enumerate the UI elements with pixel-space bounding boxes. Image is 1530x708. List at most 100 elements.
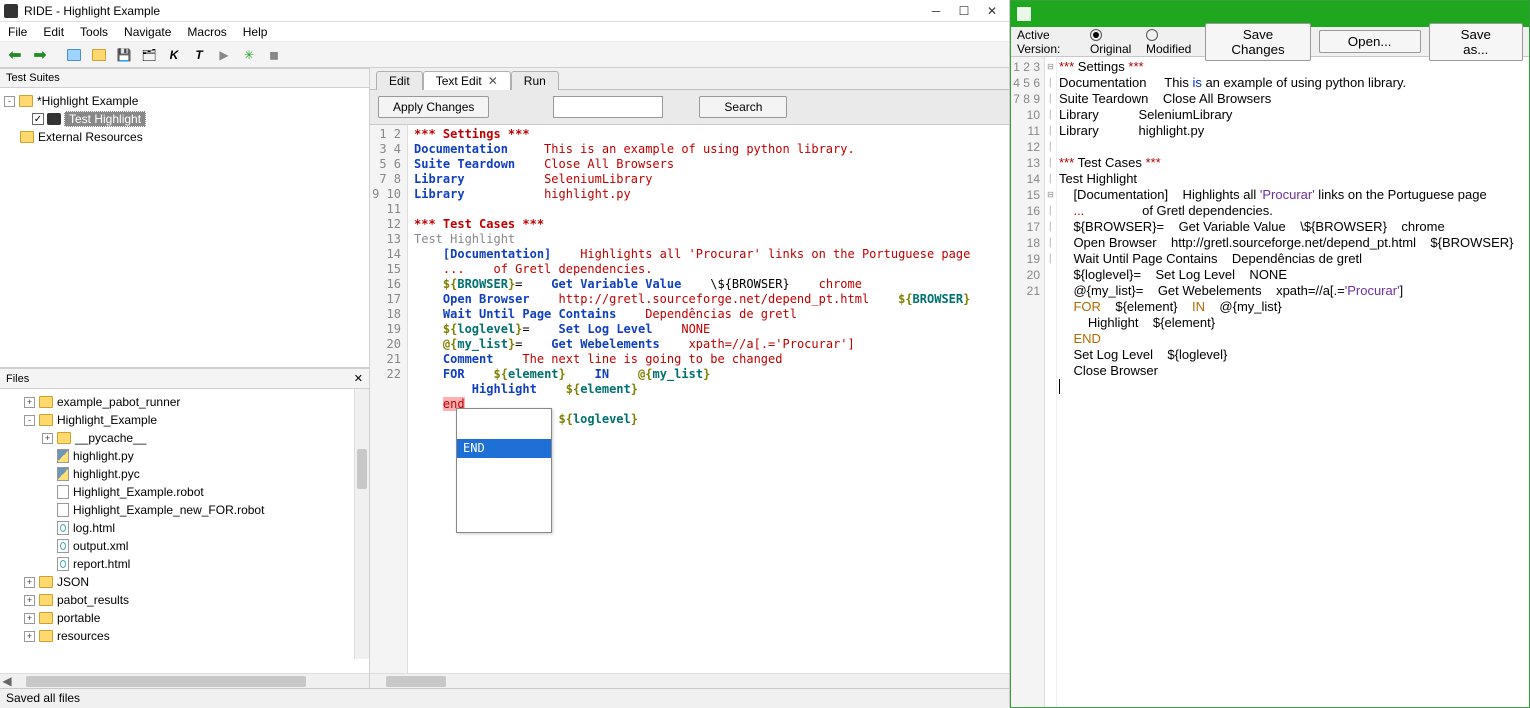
open-icon[interactable] (63, 44, 85, 66)
file-tree-row[interactable]: output.xml (6, 537, 363, 555)
file-name: highlight.py (73, 449, 134, 463)
diff-code-editor[interactable]: 1 2 3 4 5 6 7 8 9 10 11 12 13 14 15 16 1… (1011, 57, 1529, 707)
suites-panel-title: Test Suites (6, 72, 60, 84)
tree-expander[interactable]: + (24, 577, 35, 588)
radio-original[interactable]: Original (1090, 28, 1138, 56)
resources-folder-icon (20, 131, 34, 143)
search-button[interactable]: Search (699, 96, 787, 118)
open-button[interactable]: Open... (1319, 30, 1421, 53)
files-panel: Files ✕ +example_pabot_runner-Highlight_… (0, 368, 369, 688)
minimize-button[interactable]: ─ (929, 4, 943, 18)
file-tree-row[interactable]: log.html (6, 519, 363, 537)
save-changes-button[interactable]: Save Changes (1205, 23, 1311, 61)
file-name: highlight.pyc (73, 467, 140, 481)
file-tree-row[interactable]: + portable (6, 609, 363, 627)
file-tree-row[interactable]: +JSON (6, 573, 363, 591)
tree-expander[interactable]: + (24, 631, 35, 642)
code-content[interactable]: *** Settings *** Documentation This is a… (408, 125, 1009, 673)
save-icon[interactable]: 💾 (113, 44, 135, 66)
autocomplete-item[interactable]: END (457, 439, 551, 458)
robot-icon (47, 113, 61, 125)
files-panel-header: Files ✕ (0, 368, 369, 389)
close-tab-icon[interactable]: ✕ (488, 74, 498, 88)
python-file-icon (57, 449, 69, 463)
new-folder-icon[interactable] (88, 44, 110, 66)
files-panel-close-icon[interactable]: ✕ (354, 372, 363, 385)
external-resources[interactable]: External Resources (38, 130, 143, 144)
forward-icon[interactable]: ➡ (29, 44, 51, 66)
tab-run[interactable]: Run (511, 71, 559, 90)
file-tree-row[interactable]: Highlight_Example.robot (6, 483, 363, 501)
menu-edit[interactable]: Edit (43, 25, 64, 39)
run-icon[interactable]: ▶ (213, 44, 235, 66)
back-icon[interactable]: ⬅ (4, 44, 26, 66)
close-button[interactable]: ✕ (985, 4, 999, 18)
diff-app-icon (1017, 7, 1031, 21)
file-tree-row[interactable]: -Highlight_Example (6, 411, 363, 429)
files-tree[interactable]: +example_pabot_runner-Highlight_Example+… (0, 389, 369, 673)
diff-viewer-window: Active Version: Original Modified Save C… (1010, 0, 1530, 708)
maximize-button[interactable]: ☐ (957, 4, 971, 18)
file-tree-row[interactable]: highlight.py (6, 447, 363, 465)
tree-expander[interactable]: - (24, 415, 35, 426)
suites-tree[interactable]: - *Highlight Example ✓ Test Highlight Exte… (0, 88, 369, 367)
editor-subbar: Apply Changes Search (370, 90, 1009, 125)
editor-horizontal-scrollbar[interactable] (370, 673, 1009, 688)
file-name: portable (57, 611, 100, 625)
suite-root[interactable]: *Highlight Example (37, 94, 138, 108)
code-editor[interactable]: 1 2 3 4 5 6 7 8 9 10 11 12 13 14 15 16 1… (370, 125, 1009, 673)
autocomplete-popup[interactable]: END (456, 408, 552, 533)
editor-area: Edit Text Edit✕ Run Apply Changes Search… (370, 68, 1009, 688)
file-tree-row[interactable]: +example_pabot_runner (6, 393, 363, 411)
file-tree-row[interactable]: +__pycache__ (6, 429, 363, 447)
file-name: output.xml (73, 539, 128, 553)
apply-changes-button[interactable]: Apply Changes (378, 96, 489, 118)
file-tree-row[interactable]: + pabot_results (6, 591, 363, 609)
keyword-k-icon[interactable]: K (163, 44, 185, 66)
search-input[interactable] (553, 96, 663, 118)
html-file-icon (57, 521, 69, 535)
menu-macros[interactable]: Macros (187, 25, 226, 39)
menu-file[interactable]: File (8, 25, 27, 39)
files-panel-title: Files (6, 373, 29, 385)
menu-tools[interactable]: Tools (80, 25, 108, 39)
diff-code-content[interactable]: *** Settings *** Documentation This is a… (1057, 57, 1529, 707)
diff-fold-gutter[interactable]: ⊟ │ │ │ │ │ │ │ ⊟ │ │ │ │ (1045, 57, 1057, 707)
folder-icon (39, 576, 53, 588)
file-tree-row[interactable]: +resources (6, 627, 363, 645)
tree-expander[interactable]: + (24, 613, 35, 624)
tree-expander[interactable]: + (24, 595, 35, 606)
python-file-icon (57, 467, 69, 481)
file-tree-row[interactable]: report.html (6, 555, 363, 573)
testcase-checkbox[interactable]: ✓ (32, 113, 44, 125)
html-file-icon (57, 557, 69, 571)
save-as-button[interactable]: Save as... (1429, 23, 1524, 61)
stop-icon[interactable]: ◼ (263, 44, 285, 66)
file-name: report.html (73, 557, 130, 571)
file-name: Highlight_Example_new_FOR.robot (73, 503, 264, 517)
tree-expander[interactable]: + (24, 397, 35, 408)
diff-line-gutter: 1 2 3 4 5 6 7 8 9 10 11 12 13 14 15 16 1… (1011, 57, 1045, 707)
tab-edit[interactable]: Edit (376, 71, 423, 90)
tab-text-edit[interactable]: Text Edit✕ (423, 71, 511, 90)
files-vertical-scrollbar[interactable] (354, 389, 369, 659)
tree-expander[interactable]: + (42, 433, 53, 444)
folder-icon (39, 594, 53, 606)
radio-modified[interactable]: Modified (1146, 28, 1197, 56)
save-all-icon[interactable]: 🗂 (138, 44, 160, 66)
file-name: Highlight_Example.robot (73, 485, 204, 499)
menu-help[interactable]: Help (243, 25, 268, 39)
editor-tabs: Edit Text Edit✕ Run (370, 68, 1009, 90)
files-horizontal-scrollbar[interactable]: ◀ (0, 673, 369, 688)
file-tree-row[interactable]: Highlight_Example_new_FOR.robot (6, 501, 363, 519)
test-suites-panel: Test Suites - *Highlight Example ✓ Test Hi… (0, 68, 369, 368)
keyword-t-icon[interactable]: T (188, 44, 210, 66)
tree-expander[interactable]: - (4, 96, 15, 107)
testcase-selected[interactable]: Test Highlight (64, 111, 146, 127)
status-text: Saved all files (6, 691, 80, 705)
debug-icon[interactable]: ✳ (238, 44, 260, 66)
suites-panel-header: Test Suites (0, 68, 369, 88)
menu-navigate[interactable]: Navigate (124, 25, 171, 39)
file-name: pabot_results (57, 593, 129, 607)
file-tree-row[interactable]: highlight.pyc (6, 465, 363, 483)
